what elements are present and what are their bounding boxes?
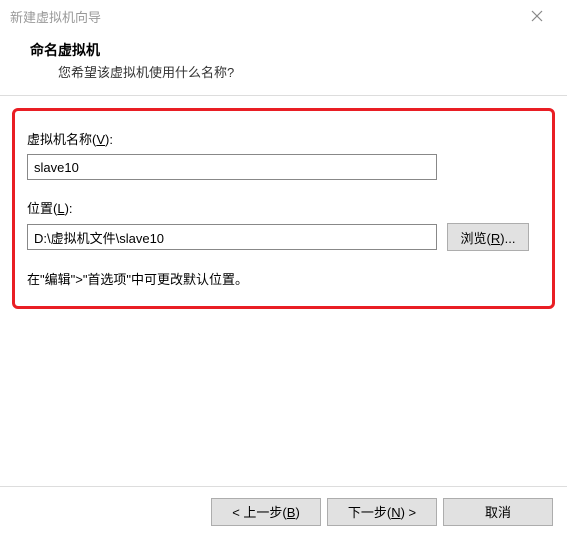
hint-text: 在"编辑">"首选项"中可更改默认位置。 bbox=[27, 269, 540, 288]
next-button[interactable]: 下一步(N) > bbox=[327, 498, 437, 526]
vm-name-field: 虚拟机名称(V): bbox=[27, 129, 540, 180]
browse-button[interactable]: 浏览(R)... bbox=[447, 223, 529, 251]
back-button[interactable]: < 上一步(B) bbox=[211, 498, 321, 526]
wizard-header: 命名虚拟机 您希望该虚拟机使用什么名称? bbox=[0, 32, 567, 96]
page-subtitle: 您希望该虚拟机使用什么名称? bbox=[30, 62, 537, 81]
vm-name-label: 虚拟机名称(V): bbox=[27, 129, 540, 148]
vm-name-input[interactable] bbox=[27, 154, 437, 180]
location-field: 位置(L): 浏览(R)... bbox=[27, 198, 540, 251]
location-input[interactable] bbox=[27, 224, 437, 250]
page-title: 命名虚拟机 bbox=[30, 40, 537, 60]
footer-buttons: < 上一步(B) 下一步(N) > 取消 bbox=[0, 486, 567, 536]
cancel-button[interactable]: 取消 bbox=[443, 498, 553, 526]
location-label: 位置(L): bbox=[27, 198, 540, 217]
close-icon[interactable] bbox=[517, 0, 557, 32]
window-title: 新建虚拟机向导 bbox=[10, 7, 517, 26]
highlight-box: 虚拟机名称(V): 位置(L): 浏览(R)... 在"编辑">"首选项"中可更… bbox=[12, 108, 555, 309]
titlebar: 新建虚拟机向导 bbox=[0, 0, 567, 32]
content-area: 虚拟机名称(V): 位置(L): 浏览(R)... 在"编辑">"首选项"中可更… bbox=[0, 96, 567, 321]
